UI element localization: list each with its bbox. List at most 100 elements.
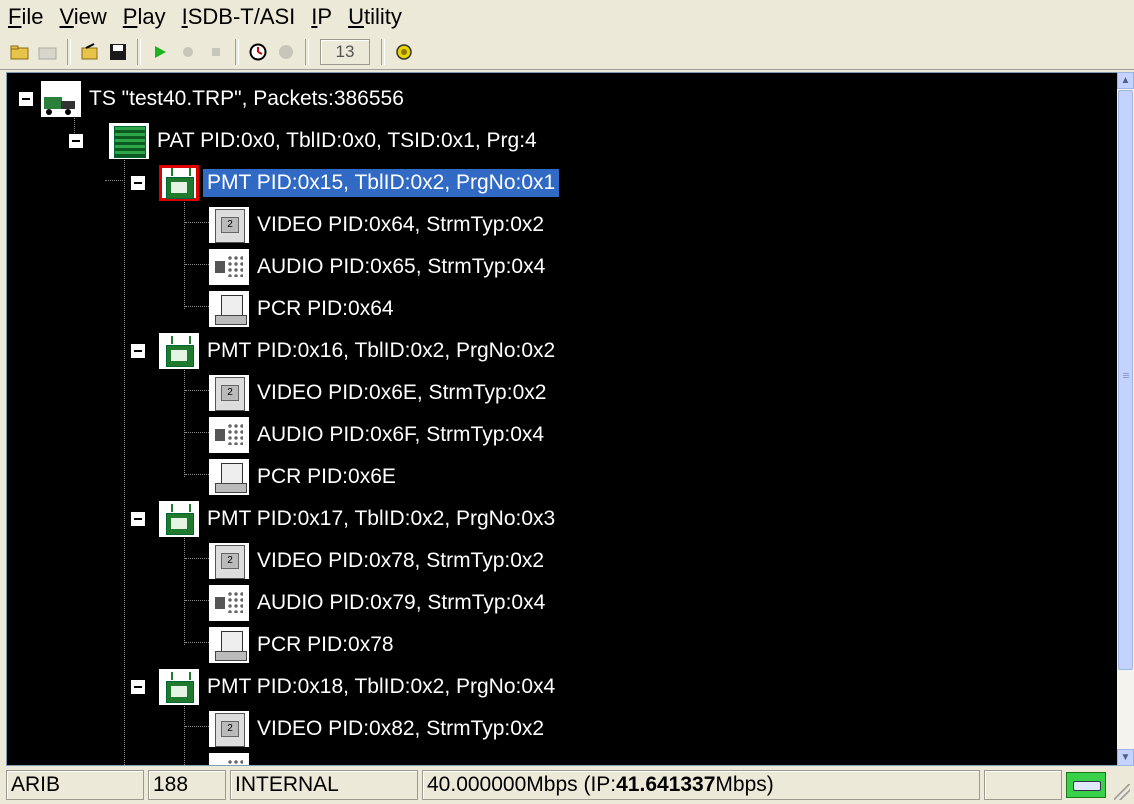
tree-node-label: PCR PID:0x6E — [257, 465, 396, 488]
tree-node-label: PMT PID:0x18, TblID:0x2, PrgNo:0x4 — [207, 675, 556, 698]
tree-connector — [185, 390, 209, 391]
record-icon[interactable] — [176, 40, 200, 64]
tree-node-pcr[interactable]: PCR PID:0x78 — [209, 626, 398, 664]
tree-node-pmt[interactable]: PMT PID:0x18, TblID:0x2, PrgNo:0x4 — [159, 668, 559, 706]
folder-disabled-icon[interactable] — [36, 40, 60, 64]
tree-node-label: VIDEO PID:0x82, StrmTyp:0x2 — [257, 717, 545, 740]
audio-speaker-icon — [209, 249, 249, 285]
tree-node-video[interactable]: 2 VIDEO PID:0x6E, StrmTyp:0x2 — [209, 374, 550, 412]
save-icon[interactable] — [106, 40, 130, 64]
pmt-tv-icon — [159, 669, 199, 705]
scroll-up-icon[interactable]: ▲ — [1117, 72, 1134, 89]
resize-grip-icon[interactable] — [1114, 784, 1130, 800]
scroll-thumb[interactable] — [1118, 90, 1133, 670]
pmt-tv-icon — [159, 501, 199, 537]
tree-node-pat[interactable]: PAT PID:0x0, TblID:0x0, TSID:0x1, Prg:4 — [109, 122, 541, 160]
video-film-icon: 2 — [209, 711, 249, 747]
tree-connector — [184, 365, 185, 477]
tree-node-video[interactable]: 2 VIDEO PID:0x82, StrmTyp:0x2 — [209, 710, 548, 748]
tree-node-label: PCR PID:0x64 — [257, 297, 394, 320]
tree-node-pmt[interactable]: PMT PID:0x16, TblID:0x2, PrgNo:0x2 — [159, 332, 559, 370]
menu-bar: File View Play ISDB-T/ASI IP Utility — [0, 0, 1134, 34]
bitrate-prefix: 40.000000Mbps (IP: — [427, 773, 617, 796]
bitrate-suffix: Mbps) — [715, 773, 774, 796]
tree-connector — [185, 264, 209, 265]
audio-speaker-icon — [209, 585, 249, 621]
collapse-toggle[interactable] — [131, 512, 145, 526]
transport-stream-icon — [41, 81, 81, 117]
audio-speaker-icon — [209, 417, 249, 453]
video-film-icon: 2 — [209, 207, 249, 243]
status-bitrate: 40.000000Mbps (IP: 41.641337 Mbps) — [422, 770, 980, 800]
tree-node-label: AUDIO PID:0x6F, StrmTyp:0x4 — [257, 423, 545, 446]
tree-node-label: AUDIO PID:0x79, StrmTyp:0x4 — [257, 591, 546, 614]
tree-connector — [124, 155, 125, 765]
tree-node-label: AUDIO PID:0x65, StrmTyp:0x4 — [257, 255, 546, 278]
status-bar: ARIB 188 INTERNAL 40.000000Mbps (IP: 41.6… — [0, 766, 1134, 804]
toolbar-separator — [137, 38, 141, 65]
tree-node-audio[interactable]: AUDIO PID:0x65, StrmTyp:0x4 — [209, 248, 549, 286]
status-packet-size: 188 — [148, 770, 226, 800]
tree-connector — [184, 533, 185, 645]
collapse-toggle[interactable] — [131, 176, 145, 190]
bitrate-ip-value: 41.641337 — [616, 773, 716, 796]
tree-connector — [185, 306, 209, 307]
loop-counter: 13 — [320, 38, 370, 65]
vertical-scrollbar[interactable]: ▲ ▼ — [1117, 72, 1134, 766]
timer-icon[interactable] — [246, 40, 270, 64]
collapse-toggle[interactable] — [69, 134, 83, 148]
tree-connector — [185, 474, 209, 475]
status-standard: ARIB — [6, 770, 144, 800]
tree-node-label: PAT PID:0x0, TblID:0x0, TSID:0x1, Prg:4 — [157, 129, 537, 152]
tree-node-label: PMT PID:0x15, TblID:0x2, PrgNo:0x1 — [203, 169, 560, 197]
stream-tree[interactable]: TS "test40.TRP", Packets:386556 PAT PID:… — [6, 72, 1118, 766]
pcr-clock-icon — [209, 627, 249, 663]
tree-node-label: VIDEO PID:0x78, StrmTyp:0x2 — [257, 549, 545, 572]
menu-view[interactable]: View — [51, 0, 114, 34]
tree-node-label: VIDEO PID:0x64, StrmTyp:0x2 — [257, 213, 545, 236]
pmt-tv-icon — [159, 333, 199, 369]
open-file-icon[interactable] — [78, 40, 102, 64]
status-circle-icon[interactable] — [274, 40, 298, 64]
tree-connector — [185, 642, 209, 643]
open-folder-icon[interactable] — [8, 40, 32, 64]
menu-play[interactable]: Play — [115, 0, 174, 34]
menu-isdbt-asi[interactable]: ISDB-T/ASI — [174, 0, 304, 34]
audio-speaker-icon — [209, 753, 249, 765]
tree-node-pcr[interactable]: PCR PID:0x6E — [209, 458, 400, 496]
tree-node-video[interactable]: 2 VIDEO PID:0x64, StrmTyp:0x2 — [209, 206, 548, 244]
tree-node-label: VIDEO PID:0x6E, StrmTyp:0x2 — [257, 381, 547, 404]
status-empty — [984, 770, 1062, 800]
play-icon[interactable] — [148, 40, 172, 64]
tree-connector — [185, 726, 209, 727]
pcr-clock-icon — [209, 459, 249, 495]
video-film-icon: 2 — [209, 543, 249, 579]
pcr-clock-icon — [209, 291, 249, 327]
tree-node-pcr[interactable]: PCR PID:0x64 — [209, 290, 398, 328]
tree-node-audio[interactable]: AUDIO PID:0x6F, StrmTyp:0x4 — [209, 416, 548, 454]
tree-node-video[interactable]: 2 VIDEO PID:0x78, StrmTyp:0x2 — [209, 542, 548, 580]
toolbar-separator — [235, 38, 239, 65]
stop-icon[interactable] — [204, 40, 228, 64]
tree-node-partial — [209, 752, 253, 765]
menu-file[interactable]: File — [0, 0, 51, 34]
tree-connector — [185, 558, 209, 559]
menu-utility[interactable]: Utility — [340, 0, 410, 34]
tree-connector — [184, 197, 185, 309]
tree-node-label: PCR PID:0x78 — [257, 633, 394, 656]
tree-connector — [105, 180, 125, 181]
tree-node-ts[interactable]: TS "test40.TRP", Packets:386556 — [41, 80, 408, 118]
tree-node-pmt[interactable]: PMT PID:0x15, TblID:0x2, PrgNo:0x1 — [159, 164, 560, 202]
collapse-toggle[interactable] — [131, 680, 145, 694]
collapse-toggle[interactable] — [131, 344, 145, 358]
indicator-lamp-icon[interactable] — [392, 40, 416, 64]
menu-ip[interactable]: IP — [303, 0, 340, 34]
toolbar-separator — [381, 38, 385, 65]
tree-node-pmt[interactable]: PMT PID:0x17, TblID:0x2, PrgNo:0x3 — [159, 500, 559, 538]
collapse-toggle[interactable] — [19, 92, 33, 106]
video-film-icon: 2 — [209, 375, 249, 411]
tree-node-label: PMT PID:0x16, TblID:0x2, PrgNo:0x2 — [207, 339, 556, 362]
tree-node-audio[interactable]: AUDIO PID:0x79, StrmTyp:0x4 — [209, 584, 549, 622]
status-led-icon — [1066, 772, 1106, 798]
scroll-down-icon[interactable]: ▼ — [1117, 749, 1134, 766]
